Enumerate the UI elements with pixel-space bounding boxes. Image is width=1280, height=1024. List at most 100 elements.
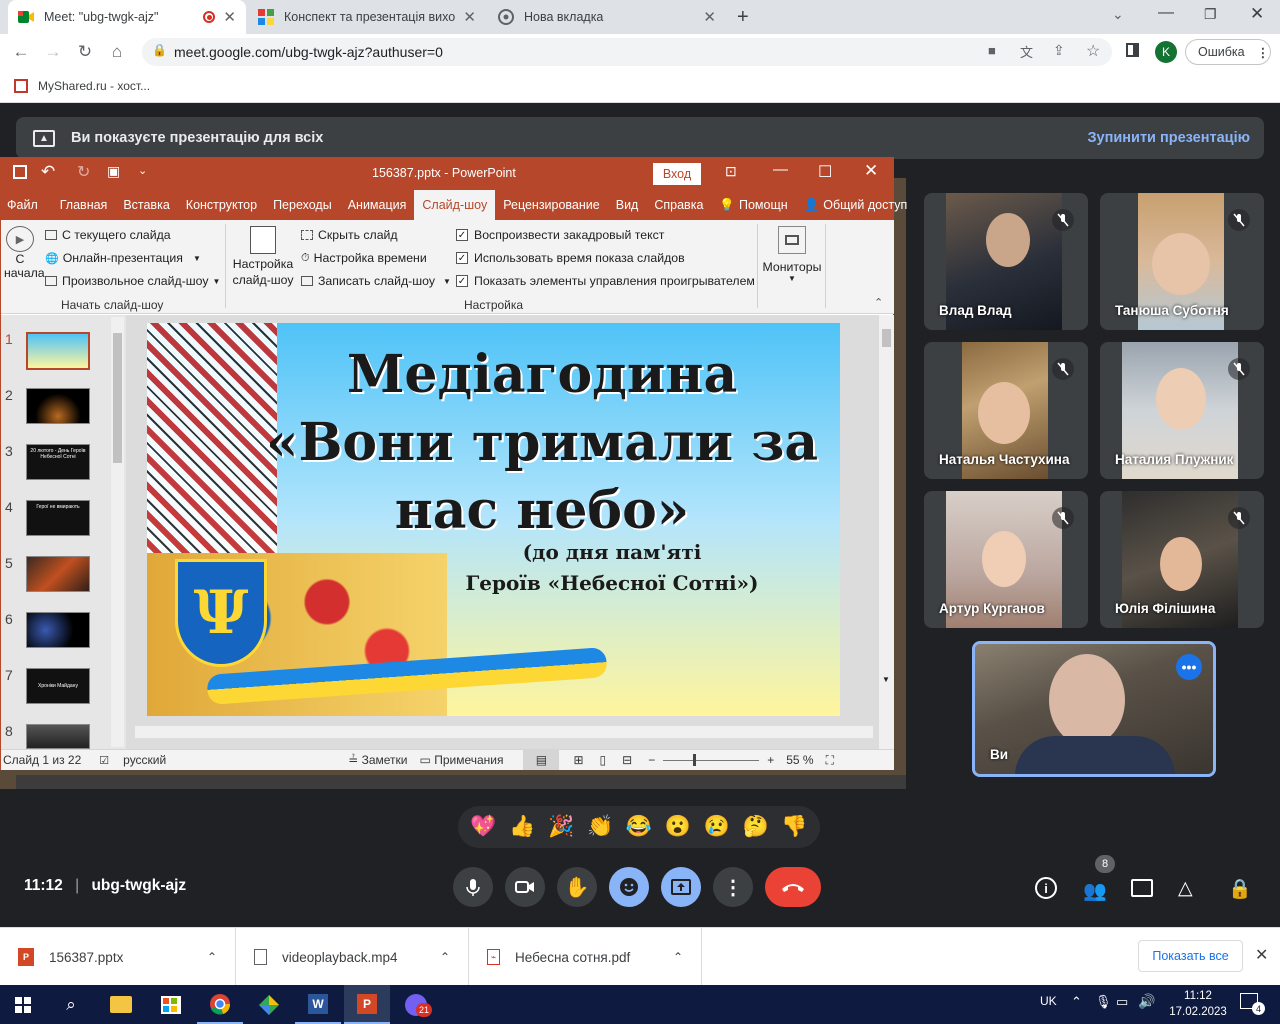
close-downloads-icon[interactable]: ✕ <box>1255 945 1268 965</box>
slide-thumb[interactable] <box>26 724 90 749</box>
back-button[interactable]: ← <box>6 34 36 70</box>
bookmark-star-icon[interactable]: ☆ <box>1086 41 1100 61</box>
tab-search-icon[interactable]: ⌄ <box>1112 6 1124 23</box>
windows-start-icon[interactable] <box>0 985 46 1024</box>
reaction-thinking[interactable]: 🤔 <box>742 815 768 839</box>
profile-avatar[interactable]: K <box>1155 41 1177 63</box>
current-slide[interactable]: Ψ Медіагодина «Вони тримали за нас небо»… <box>147 323 840 716</box>
bookmark-myshared[interactable]: MyShared.ru - хост... <box>38 79 150 93</box>
tab-insert[interactable]: Вставка <box>115 190 177 220</box>
tab-design[interactable]: Конструктор <box>178 190 265 220</box>
reaction-clap[interactable]: 👏 <box>587 815 613 839</box>
zoom-level[interactable]: 55 % <box>786 753 813 767</box>
slide-thumb[interactable] <box>26 556 90 592</box>
slide-vertical-scrollbar[interactable]: ▼ <box>879 315 894 749</box>
present-from-start-icon[interactable]: ▣ <box>107 163 120 180</box>
volume-icon[interactable]: 🔊 <box>1138 993 1155 1010</box>
participant-tile[interactable]: Юлія Філішина <box>1100 491 1264 628</box>
search-icon[interactable]: ⌕ <box>48 985 94 1024</box>
reaction-thumbs-down[interactable]: 👎 <box>781 815 807 839</box>
more-options-button[interactable]: ⋮ <box>713 867 753 907</box>
monitors-button[interactable]: Мониторы ▼ <box>761 226 823 283</box>
slide-thumb[interactable]: Хроніки Майдану <box>26 668 90 704</box>
clock[interactable]: 11:12 17.02.2023 <box>1166 988 1230 1020</box>
redo-icon[interactable]: ↻ <box>77 162 90 182</box>
stop-presenting-button[interactable]: Зупинити презентацію <box>1087 130 1250 146</box>
ppt-maximize-button[interactable]: ☐ <box>818 162 832 182</box>
zoom-slider[interactable] <box>663 753 760 766</box>
camera-icon[interactable]: ■ <box>988 43 996 58</box>
close-window-button[interactable]: ✕ <box>1250 4 1264 24</box>
customize-qat-icon[interactable]: ⌄ <box>138 164 147 177</box>
participant-tile[interactable]: Наталия Плужник <box>1100 342 1264 479</box>
show-controls-checkbox[interactable]: ✓ Показать элементы управления проигрыват… <box>456 274 755 288</box>
people-icon[interactable]: 👥 <box>1083 879 1107 903</box>
reaction-heart[interactable]: 💖 <box>470 815 496 839</box>
online-presentation-button[interactable]: 🌐 Онлайн-презентация ▼ <box>45 251 201 265</box>
error-button[interactable]: Ошибка ⋮ <box>1185 39 1271 65</box>
close-tab-icon[interactable]: ✕ <box>223 8 236 26</box>
reaction-surprised[interactable]: 😮 <box>665 815 691 839</box>
share-icon[interactable]: ⇪ <box>1053 42 1065 59</box>
slide-thumb[interactable]: 20 лютого - День Героїв Небесної Сотні <box>26 444 90 480</box>
restore-button[interactable]: ❐ <box>1204 6 1217 23</box>
tab-transitions[interactable]: Переходы <box>265 190 340 220</box>
translate-icon[interactable]: 文 <box>1020 42 1033 61</box>
file-explorer-icon[interactable] <box>98 985 144 1024</box>
participant-tile[interactable]: Влад Влад <box>924 193 1088 330</box>
emoji-button[interactable] <box>609 867 649 907</box>
zoom-out-icon[interactable]: − <box>648 753 655 767</box>
tab-meet[interactable]: Meet: "ubg-twgk-ajz" ✕ <box>8 0 246 34</box>
viber-icon[interactable]: 21 <box>393 985 439 1024</box>
reaction-laugh[interactable]: 😂 <box>626 815 652 839</box>
chat-icon[interactable] <box>1131 879 1153 897</box>
collapse-ribbon-icon[interactable]: ⌃ <box>874 296 883 309</box>
tab-animation[interactable]: Анимация <box>340 190 415 220</box>
tab-tell-me[interactable]: 💡 Помощн <box>711 190 795 220</box>
slide-horizontal-scrollbar[interactable] <box>134 725 874 739</box>
slideshow-view-icon[interactable]: ⊟ <box>622 753 632 767</box>
participant-tile[interactable]: Наталья Частухина <box>924 342 1088 479</box>
save-icon[interactable] <box>13 165 27 179</box>
tab-help[interactable]: Справка <box>646 190 711 220</box>
tab-konspekt[interactable]: Конспект та презентація вихов ✕ <box>248 0 486 34</box>
reaction-thumbs-up[interactable]: 👍 <box>509 815 535 839</box>
camera-button[interactable] <box>505 867 545 907</box>
download-item[interactable]: videoplayback.mp4 ⌃ <box>236 928 469 986</box>
close-tab-icon[interactable]: ✕ <box>463 8 476 26</box>
store-icon[interactable] <box>148 985 194 1024</box>
zoom-in-icon[interactable]: + <box>767 753 774 767</box>
forward-button[interactable]: → <box>38 34 68 70</box>
powerpoint-icon[interactable]: P <box>344 985 390 1024</box>
slide-thumb[interactable] <box>26 388 90 424</box>
thumb-scrollbar[interactable] <box>111 317 124 747</box>
photos-app-icon[interactable] <box>246 985 292 1024</box>
from-current-button[interactable]: С текущего слайда <box>45 228 171 242</box>
download-item[interactable]: P 156387.pptx ⌃ <box>0 928 236 986</box>
chevron-up-icon[interactable]: ⌃ <box>673 950 683 964</box>
url-bar[interactable]: 🔒 meet.google.com/ubg-twgk-ajz?authuser=… <box>142 38 1112 66</box>
ppt-close-button[interactable]: ✕ <box>864 161 878 181</box>
tab-file[interactable]: Файл <box>1 190 46 220</box>
tab-view[interactable]: Вид <box>608 190 647 220</box>
show-all-button[interactable]: Показать все <box>1138 940 1243 972</box>
hang-up-button[interactable] <box>765 867 821 907</box>
info-icon[interactable]: i <box>1035 877 1057 899</box>
ribbon-display-icon[interactable]: ⊡ <box>725 163 737 180</box>
mic-button[interactable] <box>453 867 493 907</box>
side-panel-icon[interactable] <box>1126 43 1139 57</box>
network-icon[interactable]: ▭ <box>1116 994 1128 1010</box>
fit-slide-icon[interactable]: ⛶ <box>826 753 834 768</box>
chevron-up-icon[interactable]: ⌃ <box>440 950 450 964</box>
use-timings-checkbox[interactable]: ✓ Использовать время показа слайдов <box>456 251 685 265</box>
comments-button[interactable]: ▭ Примечания <box>420 753 504 767</box>
input-language[interactable]: UK <box>1040 994 1057 1008</box>
setup-slideshow-button[interactable]: Настройка слайд-шоу <box>231 226 295 288</box>
reload-button[interactable]: ↻ <box>70 34 100 70</box>
custom-slideshow-button[interactable]: Произвольное слайд-шоу ▼ <box>45 274 220 288</box>
hide-slide-button[interactable]: Скрыть слайд <box>301 228 398 242</box>
normal-view-icon[interactable]: ▤ <box>523 750 560 770</box>
participant-tile[interactable]: Артур Курганов <box>924 491 1088 628</box>
download-item[interactable]: ⌁ Небесна сотня.pdf ⌃ <box>469 928 702 986</box>
chevron-up-icon[interactable]: ⌃ <box>207 950 217 964</box>
